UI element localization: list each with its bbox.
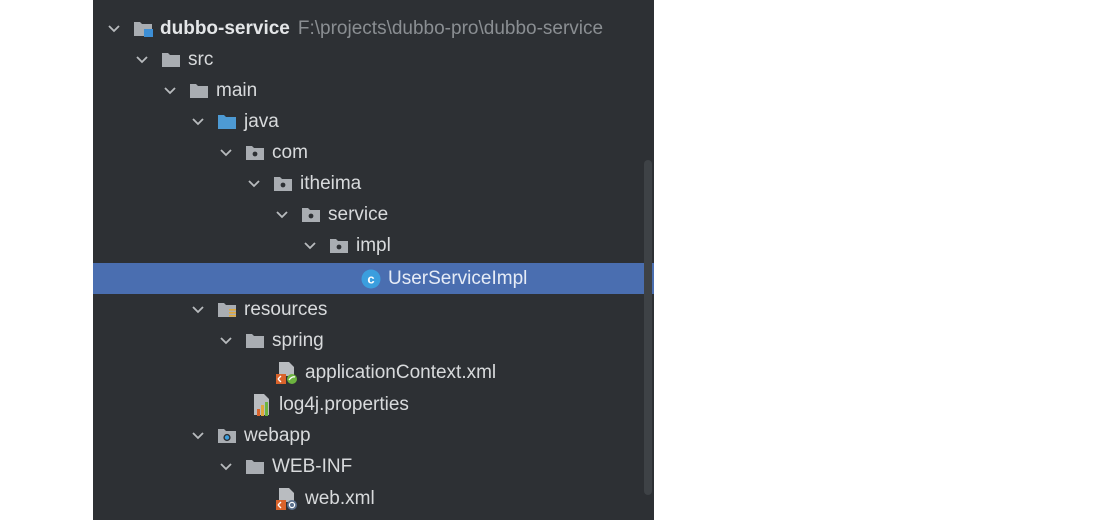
chevron-down-icon[interactable] [107, 22, 121, 36]
web-folder-icon [217, 427, 238, 445]
tree-node-web-xml[interactable]: web.xml [93, 483, 654, 514]
chevron-down-icon[interactable] [303, 239, 317, 253]
tree-node-userserviceimpl[interactable]: c UserServiceImpl [93, 263, 654, 294]
tree-node-impl[interactable]: impl [93, 230, 654, 261]
package-icon [245, 144, 266, 162]
tree-label: UserServiceImpl [388, 267, 528, 289]
tree-node-applicationcontext-xml[interactable]: applicationContext.xml [93, 357, 654, 388]
module-folder-icon [133, 20, 154, 38]
tree-label: log4j.properties [279, 393, 409, 415]
tree-label: src [188, 48, 214, 70]
tree-label: webapp [244, 424, 311, 446]
project-path: F:\projects\dubbo-pro\dubbo-service [297, 17, 604, 39]
tree-label: com [272, 141, 308, 163]
folder-icon [245, 458, 266, 476]
tree-label: service [328, 203, 389, 225]
chevron-down-icon[interactable] [163, 84, 177, 98]
chevron-down-icon[interactable] [219, 146, 233, 160]
chevron-down-icon[interactable] [191, 303, 205, 317]
tree-node-main[interactable]: main [93, 75, 654, 106]
tree-label: WEB-INF [272, 455, 353, 477]
chevron-down-icon[interactable] [191, 115, 205, 129]
tree-node-service[interactable]: service [93, 199, 654, 230]
tree-node-dubbo-service[interactable]: dubbo-service F:\projects\dubbo-pro\dubb… [93, 13, 654, 44]
tree-label: applicationContext.xml [305, 361, 497, 383]
folder-icon [189, 82, 210, 100]
tree-label: web.xml [305, 487, 375, 509]
spring-xml-file-icon [275, 361, 299, 385]
tree-label: resources [244, 298, 328, 320]
properties-file-icon [249, 393, 273, 417]
web-xml-file-icon [275, 487, 299, 511]
package-icon [329, 237, 350, 255]
package-icon [273, 175, 294, 193]
tree-node-itheima[interactable]: itheima [93, 168, 654, 199]
chevron-down-icon[interactable] [219, 460, 233, 474]
package-icon [301, 206, 322, 224]
java-class-icon: c [360, 268, 382, 290]
tree-node-web-inf[interactable]: WEB-INF [93, 451, 654, 482]
tree-node-java[interactable]: java [93, 106, 654, 137]
chevron-down-icon[interactable] [191, 429, 205, 443]
tree-node-spring[interactable]: spring [93, 325, 654, 356]
tree-label: itheima [300, 172, 362, 194]
scrollbar-thumb[interactable] [644, 160, 652, 495]
tree-label: spring [272, 329, 324, 351]
folder-icon [245, 332, 266, 350]
tree-node-log4j-properties[interactable]: log4j.properties [93, 389, 654, 420]
chevron-down-icon[interactable] [219, 334, 233, 348]
tree-label: main [216, 79, 258, 101]
folder-icon [161, 51, 182, 69]
project-name: dubbo-service [160, 17, 290, 39]
tree-label: java [244, 110, 279, 132]
chevron-down-icon[interactable] [247, 177, 261, 191]
tree-node-com[interactable]: com [93, 137, 654, 168]
source-folder-icon [217, 113, 238, 131]
tree-label: impl [356, 234, 391, 256]
project-tree-panel: dubbo-service F:\projects\dubbo-pro\dubb… [93, 0, 654, 520]
resources-folder-icon [217, 301, 238, 319]
chevron-down-icon[interactable] [275, 208, 289, 222]
svg-text:c: c [367, 271, 374, 286]
chevron-down-icon[interactable] [135, 53, 149, 67]
tree-node-resources[interactable]: resources [93, 294, 654, 325]
tree-node-webapp[interactable]: webapp [93, 420, 654, 451]
tree-node-src[interactable]: src [93, 44, 654, 75]
